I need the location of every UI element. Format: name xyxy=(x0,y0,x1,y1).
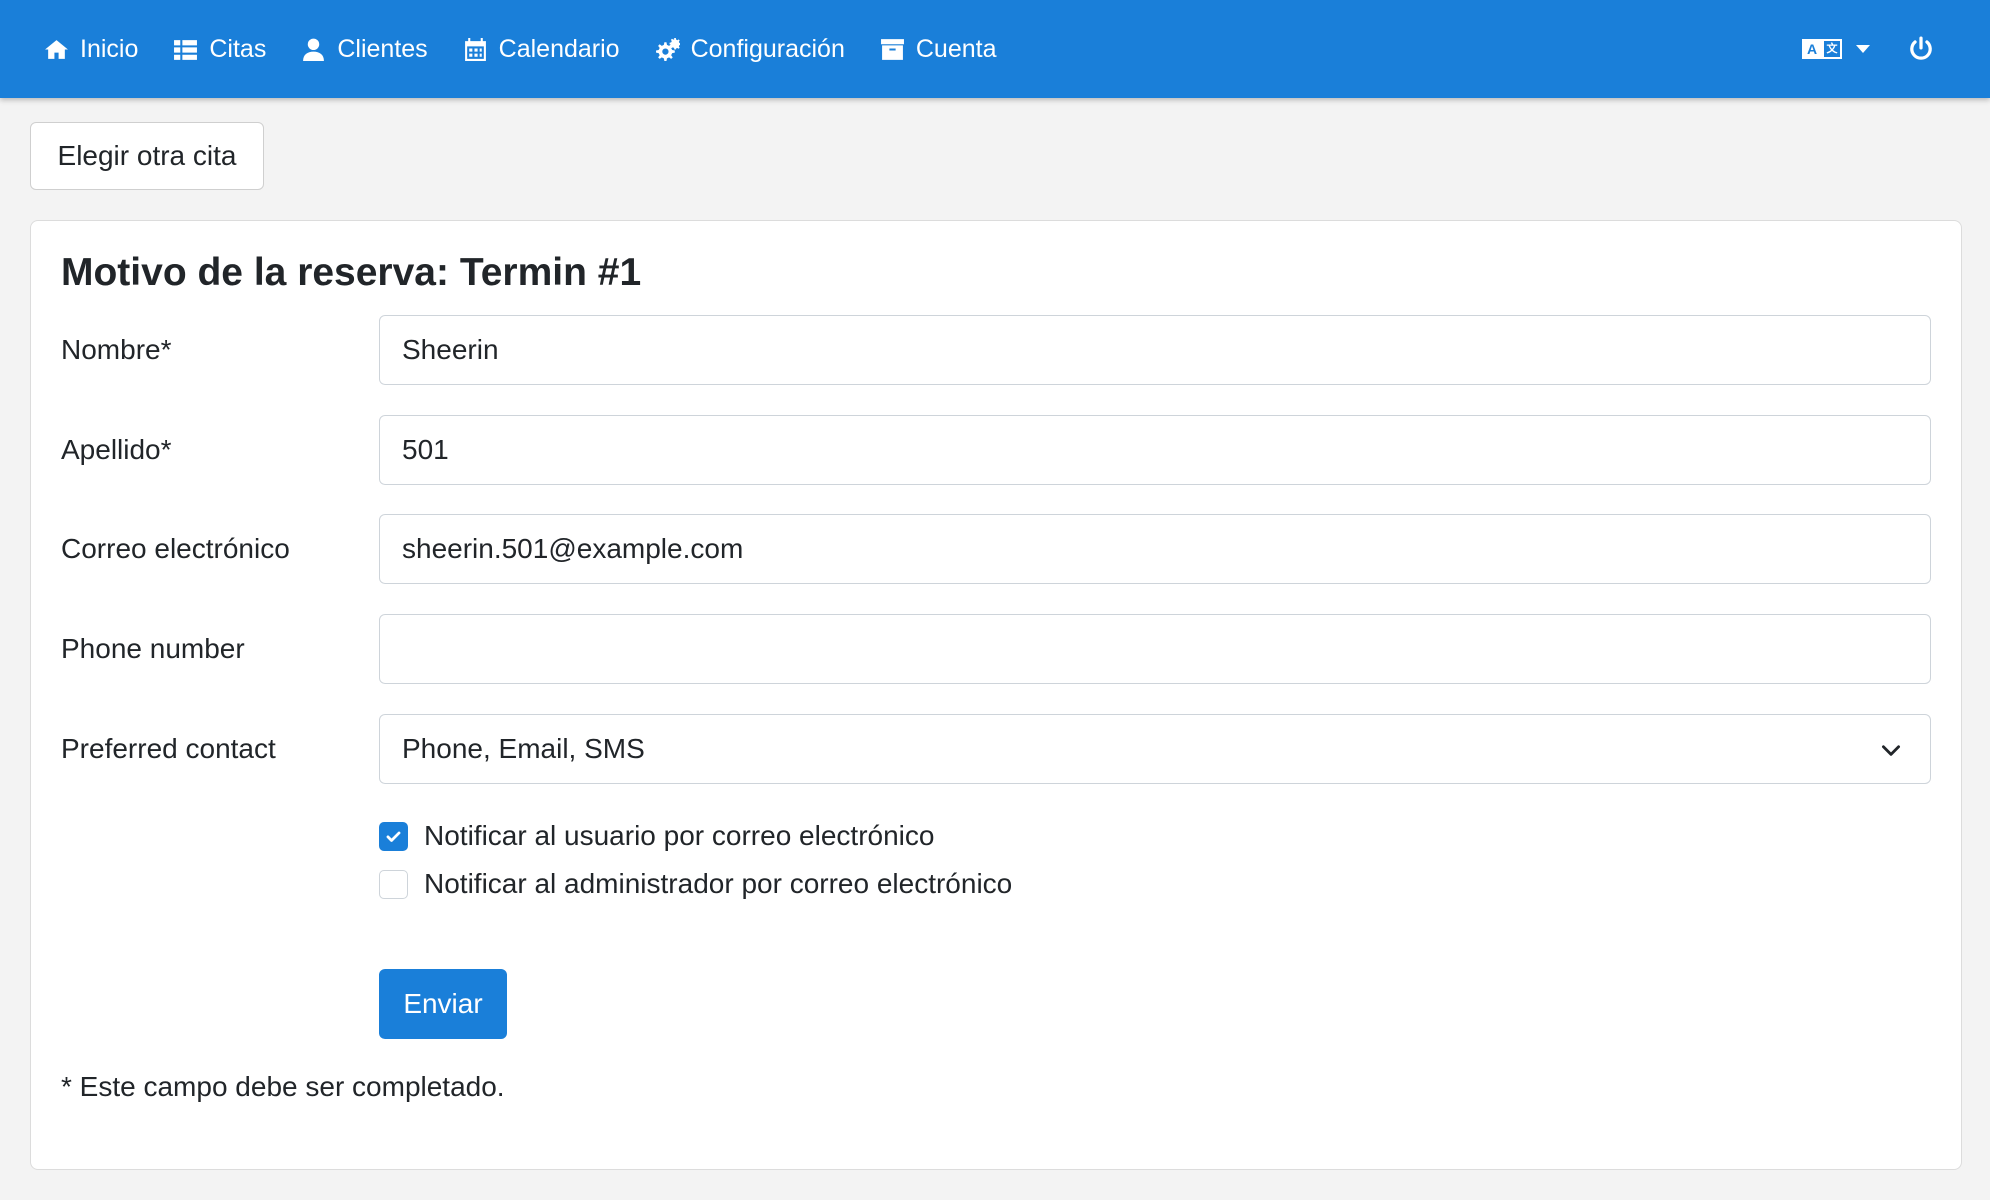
nav-item-configuracion[interactable]: Configuración xyxy=(655,35,845,64)
notify-admin-label: Notificar al administrador por correo el… xyxy=(424,868,1013,899)
last-name-label: Apellido* xyxy=(61,434,172,465)
nav-item-label: Configuración xyxy=(690,34,845,63)
email-input[interactable]: sheerin.501@example.com xyxy=(379,514,1931,584)
submit-button[interactable]: Enviar xyxy=(379,969,507,1039)
list-icon xyxy=(174,39,198,60)
user-icon xyxy=(303,38,325,61)
required-field-footnote: * Este campo debe ser completado. xyxy=(61,1071,505,1102)
first-name-row: Nombre* Sheerin xyxy=(61,315,1931,385)
chevron-down-icon xyxy=(1882,745,1900,756)
language-dropdown[interactable]: A文 xyxy=(1802,39,1870,59)
last-name-input[interactable]: 501 xyxy=(379,415,1931,485)
choose-other-appointment-button[interactable]: Elegir otra cita xyxy=(30,122,264,190)
email-label: Correo electrónico xyxy=(61,533,290,564)
logout-button[interactable] xyxy=(1908,36,1934,62)
nav-right-controls: A文 xyxy=(1802,0,1934,98)
nav-item-label: Cuenta xyxy=(915,34,997,63)
caret-down-icon xyxy=(1856,45,1870,53)
check-icon xyxy=(386,831,401,842)
nav-item-clientes[interactable]: Clientes xyxy=(301,34,428,64)
notify-admin-checkbox-row[interactable]: Notificar al administrador por correo el… xyxy=(379,866,1012,902)
nav-item-calendario[interactable]: Calendario xyxy=(463,35,620,64)
nav-item-cuenta[interactable]: Cuenta xyxy=(880,34,997,64)
nav-item-citas[interactable]: Citas xyxy=(173,35,266,64)
notify-admin-checkbox[interactable] xyxy=(379,869,408,899)
phone-row: Phone number xyxy=(61,614,1931,684)
preferred-contact-select[interactable]: Phone, Email, SMS xyxy=(379,714,1931,784)
contact-row: Preferred contact Phone, Email, SMS xyxy=(61,714,1931,784)
notify-user-checkbox[interactable] xyxy=(379,821,408,851)
first-name-input[interactable]: Sheerin xyxy=(379,315,1931,385)
first-name-label: Nombre* xyxy=(61,334,172,365)
nav-item-inicio[interactable]: Inicio xyxy=(44,35,138,64)
contact-label: Preferred contact xyxy=(61,733,276,764)
power-icon xyxy=(1910,36,1932,60)
last-name-row: Apellido* 501 xyxy=(61,415,1931,485)
calendar-icon xyxy=(464,37,486,61)
notify-user-label: Notificar al usuario por correo electrón… xyxy=(424,820,935,851)
archive-icon xyxy=(880,38,904,60)
form-title: Motivo de la reserva: Termin #1 xyxy=(61,251,642,294)
nav-item-label: Clientes xyxy=(337,34,428,63)
home-icon xyxy=(45,39,68,59)
top-navbar: Inicio Citas Clientes Calendario Configu… xyxy=(0,0,1990,98)
nav-menu: Inicio Citas Clientes Calendario Configu… xyxy=(44,0,1031,98)
notify-user-checkbox-row[interactable]: Notificar al usuario por correo electrón… xyxy=(379,818,934,854)
phone-label: Phone number xyxy=(61,633,245,664)
booking-form-card: Motivo de la reserva: Termin #1 Nombre* … xyxy=(30,220,1962,1170)
nav-item-label: Calendario xyxy=(498,34,620,63)
language-icon: A文 xyxy=(1802,39,1842,59)
nav-item-label: Citas xyxy=(209,34,267,63)
cogs-icon xyxy=(655,37,680,61)
preferred-contact-value: Phone, Email, SMS xyxy=(402,733,645,764)
email-row: Correo electrónico sheerin.501@example.c… xyxy=(61,514,1931,584)
nav-item-label: Inicio xyxy=(80,34,139,63)
phone-input[interactable] xyxy=(379,614,1931,684)
